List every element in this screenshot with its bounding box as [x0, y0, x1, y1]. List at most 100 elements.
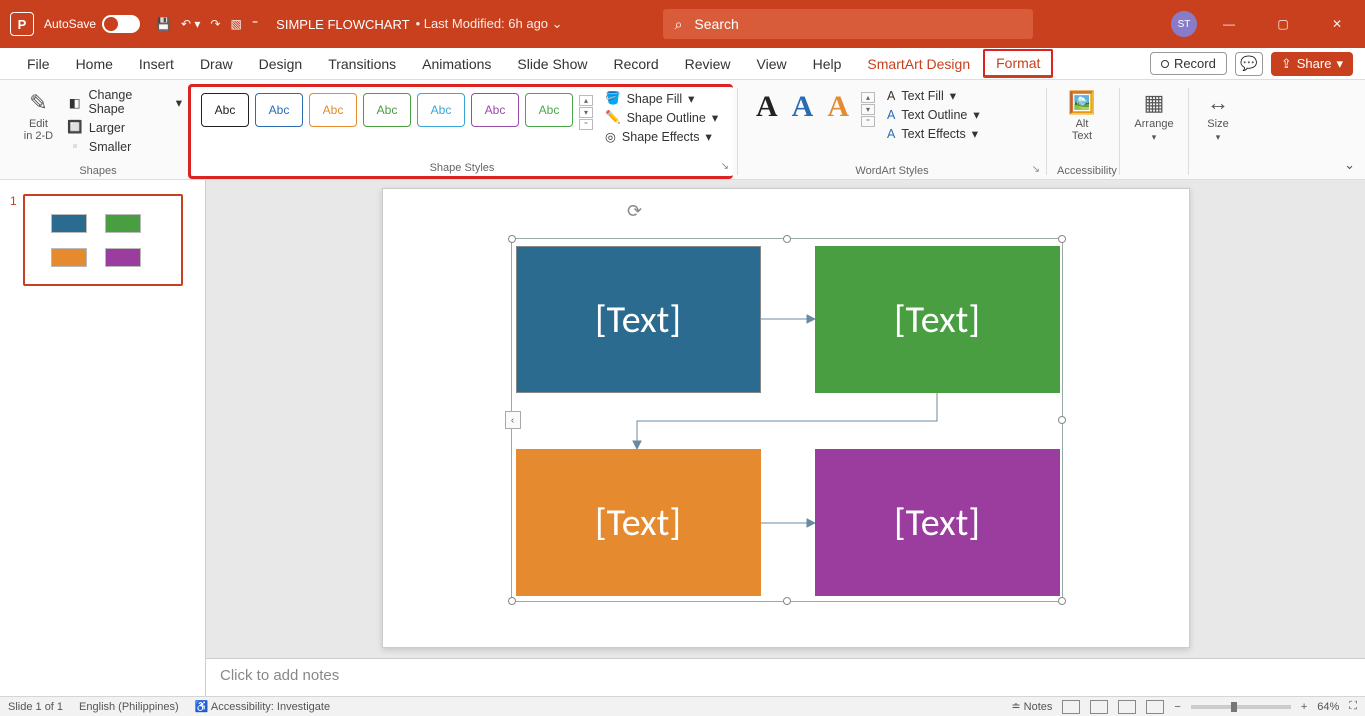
user-avatar[interactable]: ST [1171, 11, 1197, 37]
tab-help[interactable]: Help [800, 50, 855, 78]
tab-draw[interactable]: Draw [187, 50, 246, 78]
last-modified[interactable]: • Last Modified: 6h ago ⌄ [416, 16, 563, 32]
shape-style-swatch-2[interactable]: Abc [255, 93, 303, 127]
slide-canvas[interactable]: ⟳ ‹ [Text] [Text] [Text] [Text] [206, 180, 1365, 658]
edit-2d-icon: ✎ [29, 90, 47, 116]
smartart-block-2[interactable]: [Text] [815, 246, 1060, 393]
zoom-in-button[interactable]: + [1301, 701, 1307, 713]
zoom-out-button[interactable]: − [1174, 701, 1180, 713]
slideshow-view-button[interactable] [1146, 700, 1164, 714]
zoom-percent[interactable]: 64% [1317, 701, 1339, 713]
shape-style-swatch-5[interactable]: Abc [417, 93, 465, 127]
shape-outline-button[interactable]: ✏️Shape Outline▾ [605, 110, 718, 125]
shape-styles-gallery[interactable]: AbcAbcAbcAbcAbcAbcAbc [197, 87, 573, 127]
resize-handle[interactable] [1058, 235, 1066, 243]
record-button[interactable]: Record [1150, 52, 1227, 75]
save-icon[interactable]: 💾 [156, 17, 171, 31]
wordart-style-2[interactable]: A [792, 90, 814, 124]
arrange-button[interactable]: ▦Arrange▾ [1130, 84, 1178, 143]
search-box[interactable]: ⌕ Search [663, 9, 1033, 39]
gallery-scroller[interactable]: ▴ ▾ ⁼ [579, 95, 593, 130]
tab-smartart-design[interactable]: SmartArt Design [854, 50, 983, 78]
resize-handle[interactable] [783, 597, 791, 605]
slide-thumbnails-panel: 1 [0, 180, 206, 696]
text-pane-toggle[interactable]: ‹ [505, 411, 521, 429]
size-button[interactable]: ↔Size▾ [1199, 84, 1237, 143]
wordart-gallery[interactable]: A A A [748, 84, 855, 124]
scroll-up-icon[interactable]: ▴ [579, 95, 593, 106]
tab-slideshow[interactable]: Slide Show [504, 50, 600, 78]
connector-arrow-icon [631, 393, 941, 449]
wordart-launcher-icon[interactable]: ↘ [1032, 164, 1040, 175]
slide-thumbnail-1[interactable] [23, 194, 183, 286]
change-shape-button[interactable]: ◧Change Shape▾ [67, 88, 182, 116]
normal-view-button[interactable] [1062, 700, 1080, 714]
shape-fill-button[interactable]: 🪣Shape Fill▾ [605, 91, 718, 106]
tab-transitions[interactable]: Transitions [315, 50, 409, 78]
fit-to-window-button[interactable]: ⛶ [1349, 700, 1357, 713]
text-outline-button[interactable]: AText Outline▾ [887, 107, 980, 122]
rotate-handle-icon[interactable]: ⟳ [627, 201, 642, 222]
tab-review[interactable]: Review [672, 50, 744, 78]
gallery-more-icon[interactable]: ⁼ [861, 116, 875, 127]
slide-sorter-view-button[interactable] [1090, 700, 1108, 714]
edit-in-2d-button[interactable]: ✎ Edit in 2-D [14, 84, 63, 142]
resize-handle[interactable] [1058, 597, 1066, 605]
text-effects-button[interactable]: AText Effects▾ [887, 126, 980, 141]
text-fill-button[interactable]: AText Fill▾ [887, 88, 980, 103]
present-icon[interactable]: ▧ [230, 17, 241, 31]
gallery-more-icon[interactable]: ⁼ [579, 119, 593, 130]
shape-styles-launcher-icon[interactable]: ↘ [721, 161, 729, 172]
toggle-switch-icon[interactable] [102, 15, 140, 33]
shape-style-swatch-4[interactable]: Abc [363, 93, 411, 127]
notes-pane[interactable]: Click to add notes [206, 658, 1365, 696]
tab-file[interactable]: File [14, 50, 63, 78]
minimize-button[interactable]: — [1207, 9, 1251, 39]
resize-handle[interactable] [508, 235, 516, 243]
tab-view[interactable]: View [744, 50, 800, 78]
comments-button[interactable]: 💬 [1235, 52, 1263, 76]
tab-format[interactable]: Format [983, 49, 1053, 78]
undo-icon[interactable]: ↶ ▾ [181, 17, 200, 31]
scroll-up-icon[interactable]: ▴ [861, 92, 875, 103]
notes-toggle[interactable]: ≐ Notes [1011, 700, 1052, 713]
alt-text-button[interactable]: 🖼️Alt Text [1057, 84, 1107, 142]
scroll-down-icon[interactable]: ▾ [579, 107, 593, 118]
larger-button[interactable]: 🔲Larger [67, 120, 182, 135]
tab-home[interactable]: Home [63, 50, 126, 78]
shape-style-swatch-1[interactable]: Abc [201, 93, 249, 127]
smaller-button[interactable]: ▫️Smaller [67, 139, 182, 154]
zoom-slider[interactable] [1191, 705, 1291, 709]
larger-icon: 🔲 [67, 120, 83, 135]
smartart-block-1[interactable]: [Text] [516, 246, 761, 393]
wordart-style-1[interactable]: A [756, 90, 778, 124]
tab-animations[interactable]: Animations [409, 50, 504, 78]
smartart-block-4[interactable]: [Text] [815, 449, 1060, 596]
accessibility-checker[interactable]: ♿ Accessibility: Investigate [195, 700, 330, 713]
resize-handle[interactable] [1058, 416, 1066, 424]
resize-handle[interactable] [508, 597, 516, 605]
resize-handle[interactable] [783, 235, 791, 243]
tab-design[interactable]: Design [246, 50, 316, 78]
shape-effects-button[interactable]: ◎Shape Effects▾ [605, 129, 718, 144]
maximize-button[interactable]: ▢ [1261, 9, 1305, 39]
slide-count[interactable]: Slide 1 of 1 [8, 701, 63, 713]
customize-qat-icon[interactable]: ⁼ [252, 17, 258, 31]
shape-style-swatch-6[interactable]: Abc [471, 93, 519, 127]
wordart-gallery-scroller[interactable]: ▴ ▾ ⁼ [861, 92, 875, 127]
smartart-block-3[interactable]: [Text] [516, 449, 761, 596]
redo-icon[interactable]: ↷ [210, 17, 220, 31]
autosave-toggle[interactable]: AutoSave [44, 15, 140, 33]
arrange-icon: ▦ [1144, 90, 1165, 116]
collapse-ribbon-icon[interactable]: ⌄ [1344, 157, 1355, 173]
tab-insert[interactable]: Insert [126, 50, 187, 78]
share-button[interactable]: ⇪Share▾ [1271, 52, 1353, 76]
shape-style-swatch-7[interactable]: Abc [525, 93, 573, 127]
close-button[interactable]: ✕ [1315, 9, 1359, 39]
tab-record[interactable]: Record [600, 50, 671, 78]
wordart-style-3[interactable]: A [827, 90, 849, 124]
language-indicator[interactable]: English (Philippines) [79, 701, 179, 713]
scroll-down-icon[interactable]: ▾ [861, 104, 875, 115]
reading-view-button[interactable] [1118, 700, 1136, 714]
shape-style-swatch-3[interactable]: Abc [309, 93, 357, 127]
